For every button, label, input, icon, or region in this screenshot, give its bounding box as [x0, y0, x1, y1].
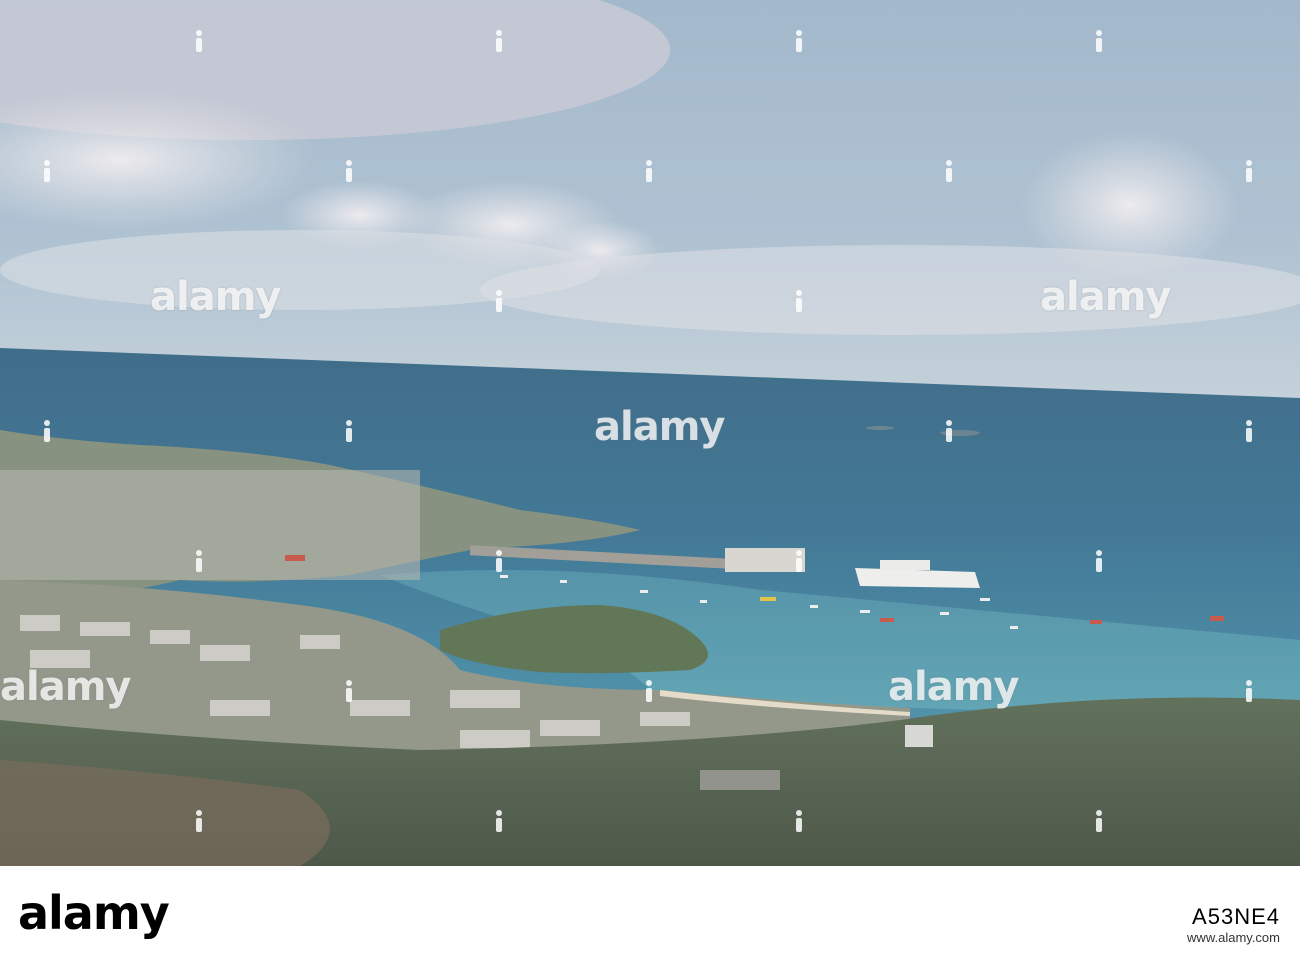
watermark-mark [344, 160, 354, 182]
stock-image-id: A53NE4 [1192, 904, 1280, 929]
watermark-mark [1094, 810, 1104, 832]
watermark-text: alamy [150, 274, 281, 320]
watermark-mark [644, 680, 654, 702]
watermark-mark [344, 420, 354, 442]
watermark-mark [1094, 30, 1104, 52]
footer-bar: alamy A53NE4 www.alamy.com [0, 866, 1300, 956]
watermark-text: alamy [0, 664, 131, 710]
watermark-text: alamy [594, 404, 725, 450]
alamy-logo: alamy [18, 886, 170, 940]
footer-url: www.alamy.com [1187, 930, 1280, 945]
watermark-mark [42, 420, 52, 442]
watermark-mark [494, 30, 504, 52]
watermark-mark [194, 30, 204, 52]
watermark-mark [1244, 680, 1254, 702]
watermark-mark [1094, 550, 1104, 572]
watermark-mark [494, 290, 504, 312]
watermark-mark [1244, 160, 1254, 182]
watermark-mark [494, 550, 504, 572]
watermark-mark [344, 680, 354, 702]
watermark-mark [944, 420, 954, 442]
watermark-mark [42, 160, 52, 182]
watermark-mark [794, 290, 804, 312]
watermark-mark [644, 160, 654, 182]
watermark-mark [194, 810, 204, 832]
watermark-text: alamy [1040, 274, 1171, 320]
watermark-mark [494, 810, 504, 832]
watermark-mark [1244, 420, 1254, 442]
watermark-mark [944, 160, 954, 182]
watermark-mark [794, 810, 804, 832]
watermark-mark [194, 550, 204, 572]
watermark-mark [794, 550, 804, 572]
watermark-mark [794, 30, 804, 52]
watermark-text: alamy [888, 664, 1019, 710]
